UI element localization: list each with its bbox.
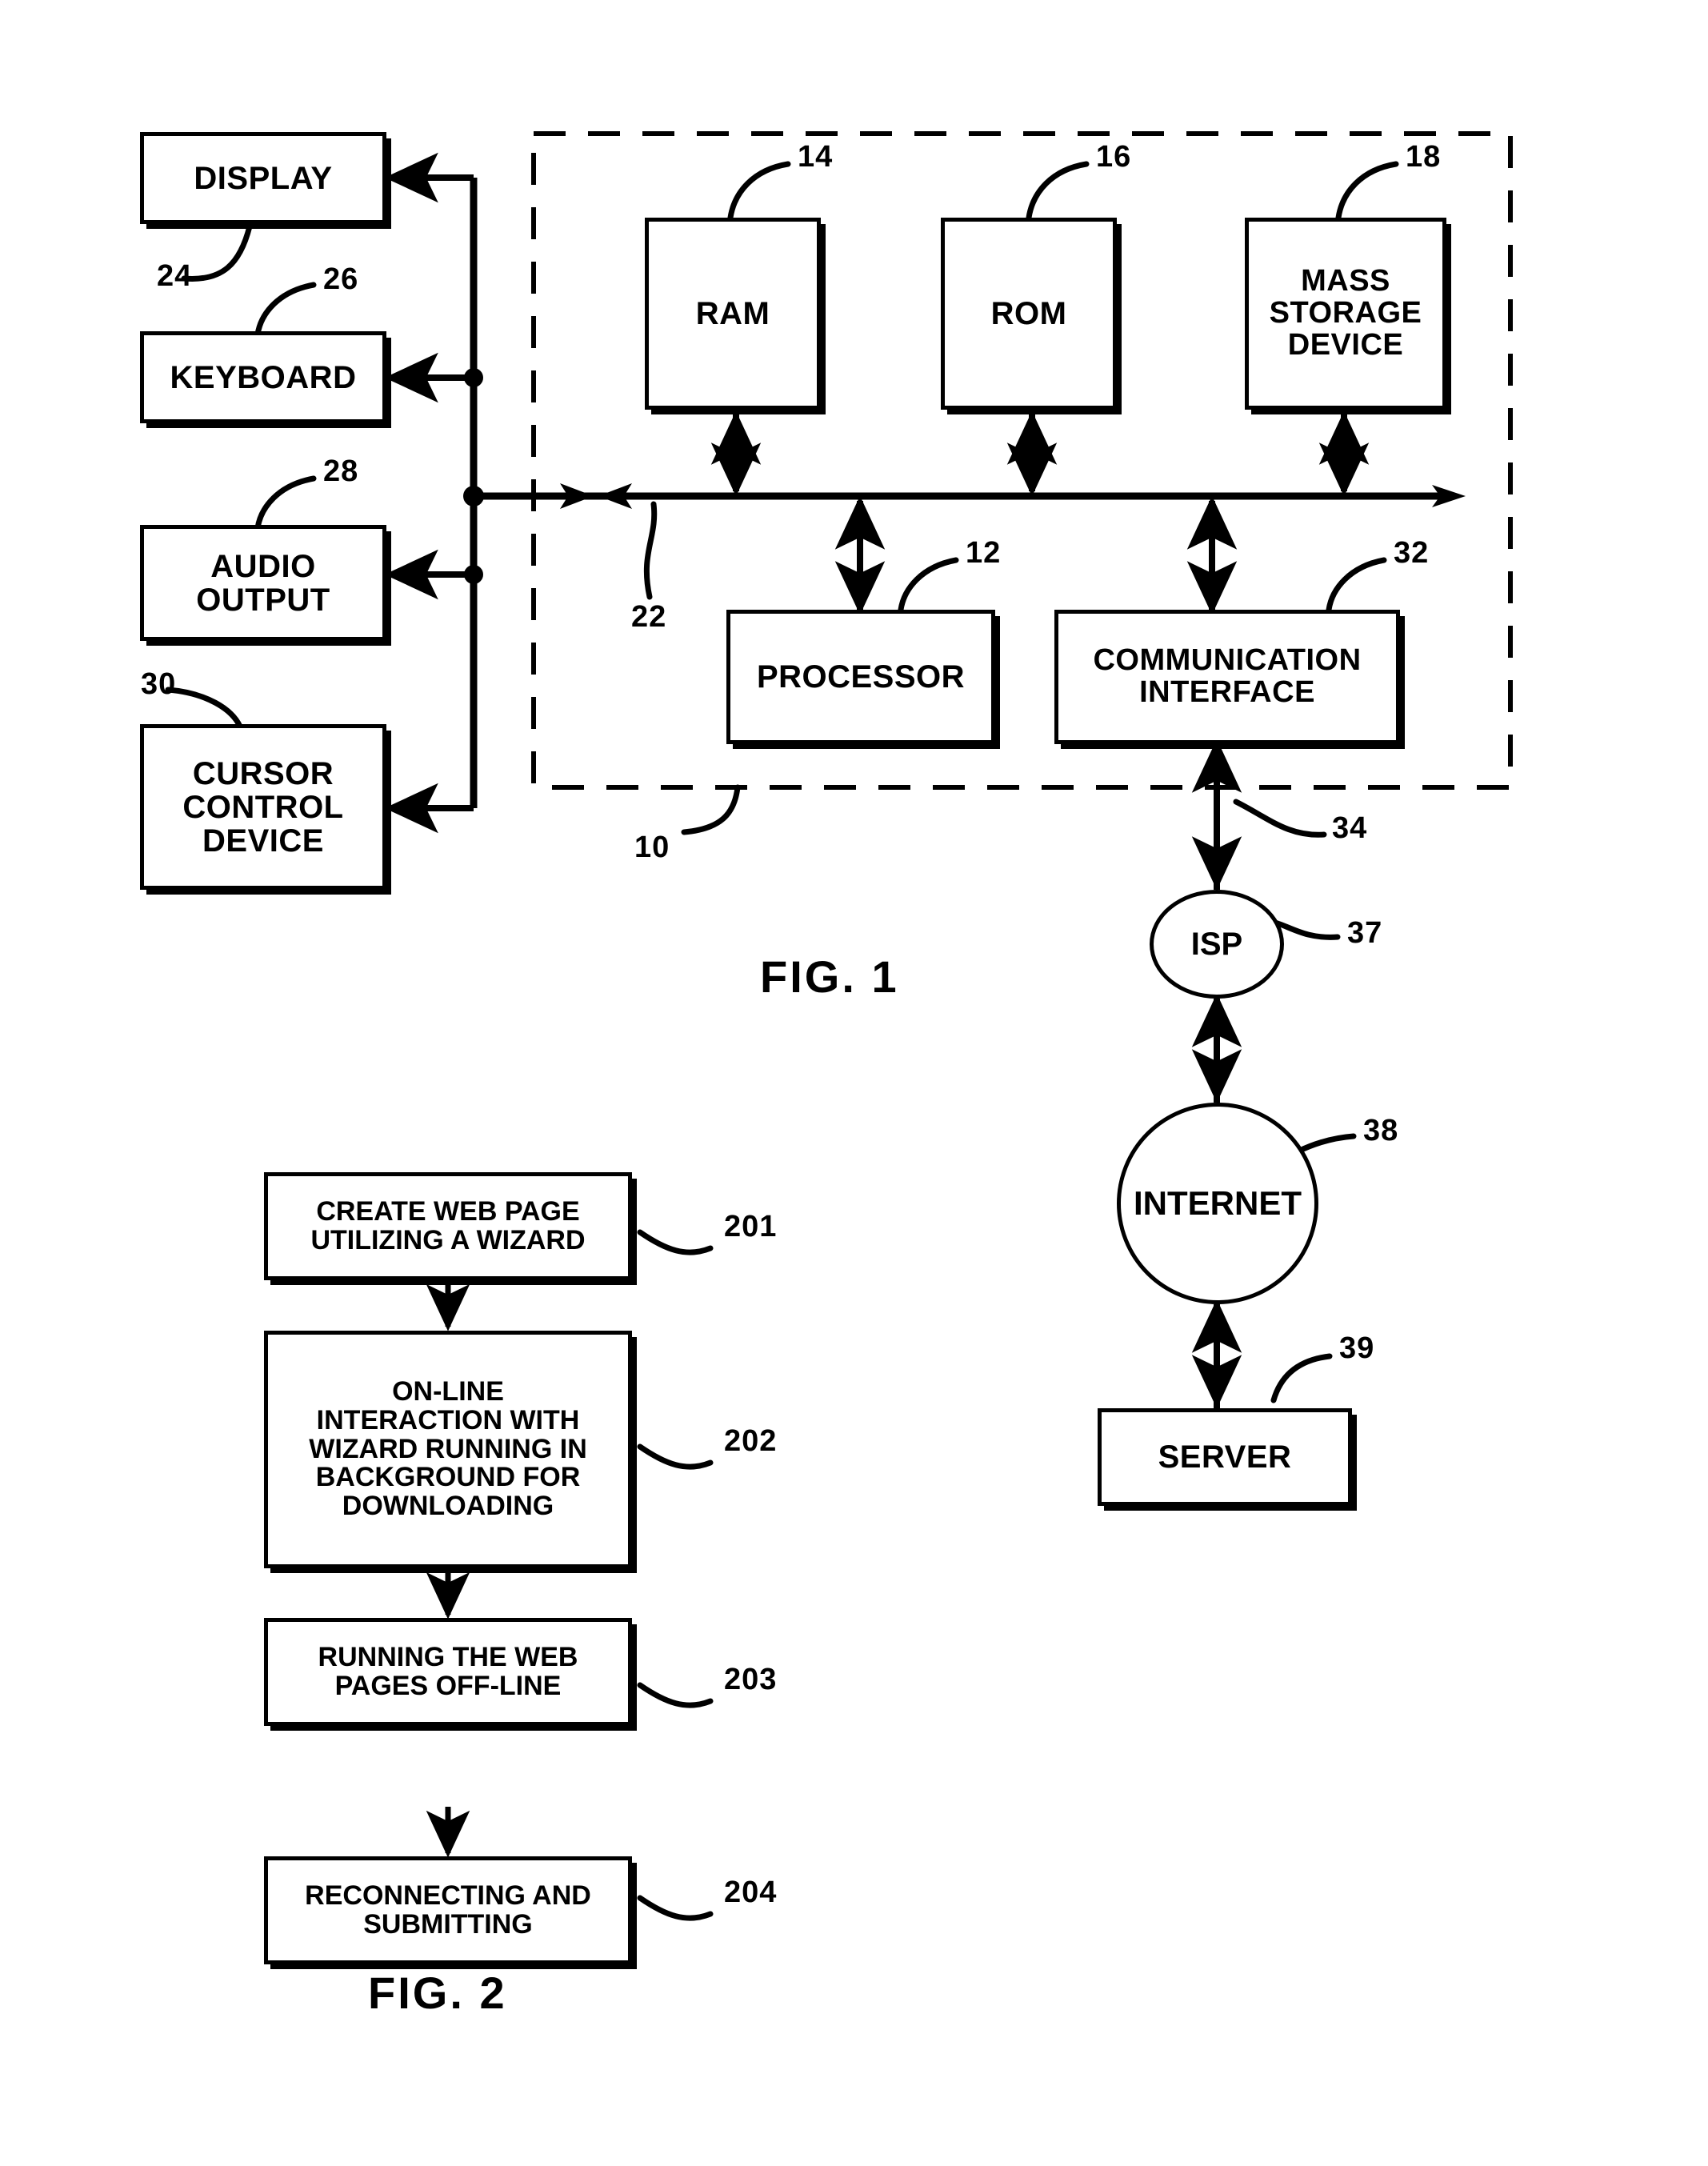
rom-box-label: ROM xyxy=(990,296,1067,331)
processor-box[interactable]: PROCESSOR xyxy=(726,610,995,744)
communication-interface-box-label: COMMUNICATION INTERFACE xyxy=(1093,643,1362,709)
keyboard-box-label: KEYBOARD xyxy=(170,359,357,395)
internet-node[interactable]: INTERNET xyxy=(1117,1103,1318,1304)
step-203-label: RUNNING THE WEB PAGES OFF-LINE xyxy=(318,1641,578,1701)
isp-node[interactable]: ISP xyxy=(1150,890,1284,999)
system-bus-line xyxy=(474,483,1466,509)
step-202-label: ON-LINE INTERACTION WITH WIZARD RUNNING … xyxy=(309,1376,587,1522)
rom-box[interactable]: ROM xyxy=(941,218,1117,410)
figure-1-caption: FIG. 1 xyxy=(760,951,899,1002)
keyboard-box[interactable]: KEYBOARD xyxy=(140,331,386,423)
ref-numeral-30: 30 xyxy=(141,667,177,701)
patent-drawing-sheet: DISPLAY KEYBOARD AUDIO OUTPUT CURSOR CON… xyxy=(0,0,1708,2166)
internet-node-label: INTERNET xyxy=(1134,1184,1302,1222)
ref-numeral-28: 28 xyxy=(323,454,359,488)
ref-numeral-202: 202 xyxy=(724,1424,778,1458)
ref-numeral-203: 203 xyxy=(724,1663,778,1696)
ref-numeral-34: 34 xyxy=(1332,811,1368,845)
ref-numeral-24: 24 xyxy=(157,259,193,293)
server-box-label: SERVER xyxy=(1158,1439,1292,1475)
isp-node-label: ISP xyxy=(1190,926,1243,962)
ref-numeral-12: 12 xyxy=(966,536,1002,570)
display-box[interactable]: DISPLAY xyxy=(140,132,386,224)
cursor-control-device-box-label: CURSOR CONTROL DEVICE xyxy=(182,755,344,859)
ram-box-label: RAM xyxy=(695,296,770,331)
leader-lines-fig2 xyxy=(637,1229,714,1921)
step-204-label: RECONNECTING AND SUBMITTING xyxy=(305,1880,591,1940)
processor-box-label: PROCESSOR xyxy=(756,659,966,695)
step-201-box[interactable]: CREATE WEB PAGE UTILIZING A WIZARD xyxy=(264,1172,632,1280)
figure-2-caption: FIG. 2 xyxy=(368,1968,507,2018)
step-204-box[interactable]: RECONNECTING AND SUBMITTING xyxy=(264,1856,632,1964)
ref-numeral-22: 22 xyxy=(631,600,667,634)
ref-numeral-32: 32 xyxy=(1394,536,1430,570)
ref-numeral-37: 37 xyxy=(1347,916,1383,950)
ref-numeral-10: 10 xyxy=(634,831,670,864)
connector-layer xyxy=(165,131,1513,1921)
ref-numeral-18: 18 xyxy=(1406,140,1442,174)
mass-storage-device-box[interactable]: MASS STORAGE DEVICE xyxy=(1245,218,1446,410)
communication-interface-box[interactable]: COMMUNICATION INTERFACE xyxy=(1054,610,1400,744)
cursor-control-device-box[interactable]: CURSOR CONTROL DEVICE xyxy=(140,724,386,890)
ram-box[interactable]: RAM xyxy=(645,218,821,410)
step-203-box[interactable]: RUNNING THE WEB PAGES OFF-LINE xyxy=(264,1618,632,1726)
step-201-label: CREATE WEB PAGE UTILIZING A WIZARD xyxy=(310,1195,586,1255)
step-202-box[interactable]: ON-LINE INTERACTION WITH WIZARD RUNNING … xyxy=(264,1331,632,1568)
server-box[interactable]: SERVER xyxy=(1098,1408,1352,1506)
peripheral-bus-trunk xyxy=(463,178,484,808)
ref-numeral-16: 16 xyxy=(1096,140,1132,174)
ref-numeral-201: 201 xyxy=(724,1210,778,1243)
audio-output-box-label: AUDIO OUTPUT xyxy=(196,548,330,618)
ref-numeral-26: 26 xyxy=(323,262,359,296)
display-box-label: DISPLAY xyxy=(194,160,333,196)
ref-numeral-14: 14 xyxy=(798,140,834,174)
mass-storage-device-box-label: MASS STORAGE DEVICE xyxy=(1269,264,1422,362)
ref-numeral-38: 38 xyxy=(1363,1114,1399,1147)
ref-numeral-39: 39 xyxy=(1339,1331,1375,1365)
audio-output-box[interactable]: AUDIO OUTPUT xyxy=(140,525,386,641)
ref-numeral-204: 204 xyxy=(724,1876,778,1909)
